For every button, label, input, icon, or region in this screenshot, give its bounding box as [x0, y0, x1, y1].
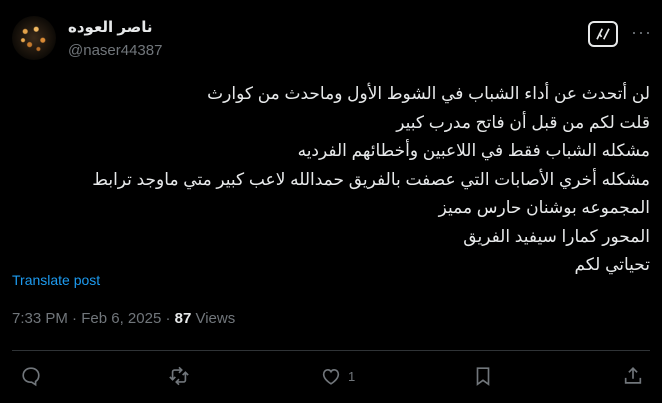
views-count: 87 — [174, 310, 192, 327]
avatar[interactable] — [12, 16, 56, 60]
reply-icon — [22, 367, 40, 387]
tweet-line: مشكله أخري الأصابات التي عصفت بالفريق حم… — [92, 169, 650, 189]
bookmark-button[interactable] — [472, 362, 494, 390]
grok-slash-icon — [596, 28, 610, 40]
tweet-meta: 7:33 PM · Feb 6, 2025 · 87 Views — [12, 310, 235, 327]
tweet-line: مشكله الشباب فقط في اللاعبين وأخطائهم ال… — [297, 141, 650, 160]
retweet-button[interactable] — [168, 362, 190, 390]
more-options-icon[interactable]: ··· — [631, 22, 652, 43]
bookmark-icon — [476, 367, 490, 386]
grok-logo-icon[interactable] — [588, 21, 618, 47]
tweet-line: تحياتي لكم — [574, 255, 650, 274]
action-bar: 1 — [0, 362, 662, 390]
author-name[interactable]: ناصر العوده — [68, 18, 152, 36]
tweet-line: المحور كمارا سيفيد الفريق — [463, 226, 650, 246]
tweet-time[interactable]: 7:33 PM — [12, 310, 68, 327]
share-icon — [624, 367, 642, 384]
heart-icon — [322, 369, 340, 385]
divider — [12, 350, 650, 351]
reply-button[interactable] — [20, 362, 42, 390]
tweet-line: المجموعه بوشنان حارس مميز — [438, 198, 650, 217]
tweet-date[interactable]: Feb 6, 2025 — [81, 310, 161, 327]
tweet-line: لن أتحدث عن أداء الشباب في الشوط الأول و… — [207, 84, 650, 103]
meta-separator: · — [72, 310, 78, 327]
retweet-icon — [169, 366, 189, 386]
like-count: 1 — [348, 368, 356, 384]
translate-post-link[interactable]: Translate post — [12, 272, 100, 288]
like-button[interactable]: 1 — [320, 362, 355, 390]
author-handle[interactable]: @naser44387 — [68, 42, 162, 59]
tweet-text: لن أتحدث عن أداء الشباب في الشوط الأول و… — [12, 80, 650, 280]
views-label: Views — [195, 310, 236, 327]
tweet-line: قلت لكم من قبل أن فاتح مدرب كبير — [396, 112, 650, 132]
share-button[interactable] — [622, 362, 644, 390]
meta-separator: · — [165, 310, 171, 327]
